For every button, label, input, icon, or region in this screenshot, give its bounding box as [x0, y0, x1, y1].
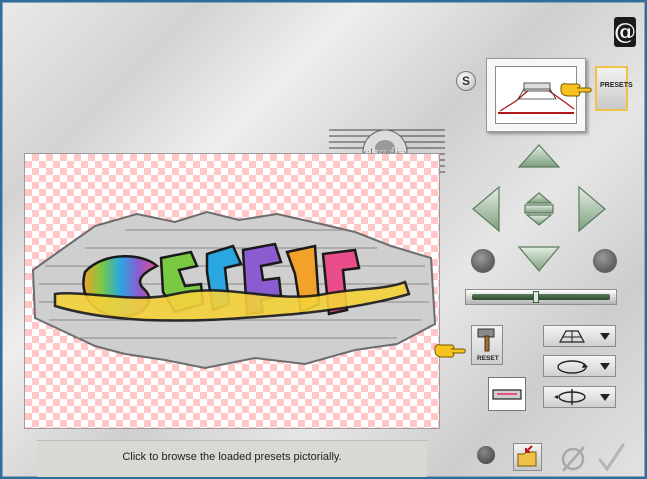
rotate-left-knob[interactable]: [471, 249, 495, 273]
status-message: Click to browse the loaded presets picto…: [122, 451, 342, 463]
status-bar: Click to browse the loaded presets picto…: [37, 440, 427, 477]
hammer-icon: [477, 328, 495, 352]
perspective-mode-button[interactable]: [543, 325, 616, 347]
graffiti-artwork: [31, 210, 437, 370]
s-button[interactable]: S: [456, 71, 476, 91]
pointing-hand-icon: [434, 344, 466, 358]
rotate-right-knob[interactable]: [593, 249, 617, 273]
center-down-icon[interactable]: [525, 214, 553, 226]
zoom-slider[interactable]: [465, 289, 617, 305]
preset-mini-thumbnail[interactable]: [488, 377, 526, 411]
arrow-right-icon[interactable]: [578, 185, 606, 233]
grid-perspective-icon: [558, 330, 586, 343]
chevron-down-icon: [600, 363, 610, 370]
arrow-left-icon[interactable]: [472, 185, 500, 233]
reset-button[interactable]: RESET: [471, 325, 503, 365]
rotate-mode-button[interactable]: [543, 355, 616, 377]
presets-button-label: PRESETS: [600, 82, 633, 89]
folder-icon: [517, 445, 537, 467]
center-up-icon[interactable]: [525, 192, 553, 204]
open-folder-button[interactable]: [513, 443, 542, 471]
flip-axis-icon: [554, 389, 586, 405]
flip-mode-button[interactable]: [543, 386, 616, 408]
chevron-down-icon: [600, 333, 610, 340]
rotate-circle-icon: [557, 360, 588, 374]
center-pad-icon[interactable]: [524, 204, 554, 214]
pointing-hand-icon: [560, 83, 592, 97]
zoom-slider-thumb[interactable]: [533, 291, 539, 303]
chevron-down-icon: [600, 394, 610, 401]
preview-canvas[interactable]: [24, 153, 440, 429]
grid-icon[interactable]: [477, 446, 495, 464]
plugin-window: @ S PRESETS RESET Click to browse the lo…: [2, 2, 645, 477]
ok-checkmark-icon[interactable]: [597, 443, 625, 473]
presets-button[interactable]: PRESETS: [595, 66, 633, 111]
zoom-slider-track: [472, 294, 610, 300]
arrow-down-icon[interactable]: [517, 246, 561, 272]
reset-button-label: RESET: [477, 355, 499, 362]
cancel-icon[interactable]: [560, 443, 586, 473]
app-logo: @: [614, 17, 636, 47]
arrow-up-icon[interactable]: [517, 144, 561, 168]
